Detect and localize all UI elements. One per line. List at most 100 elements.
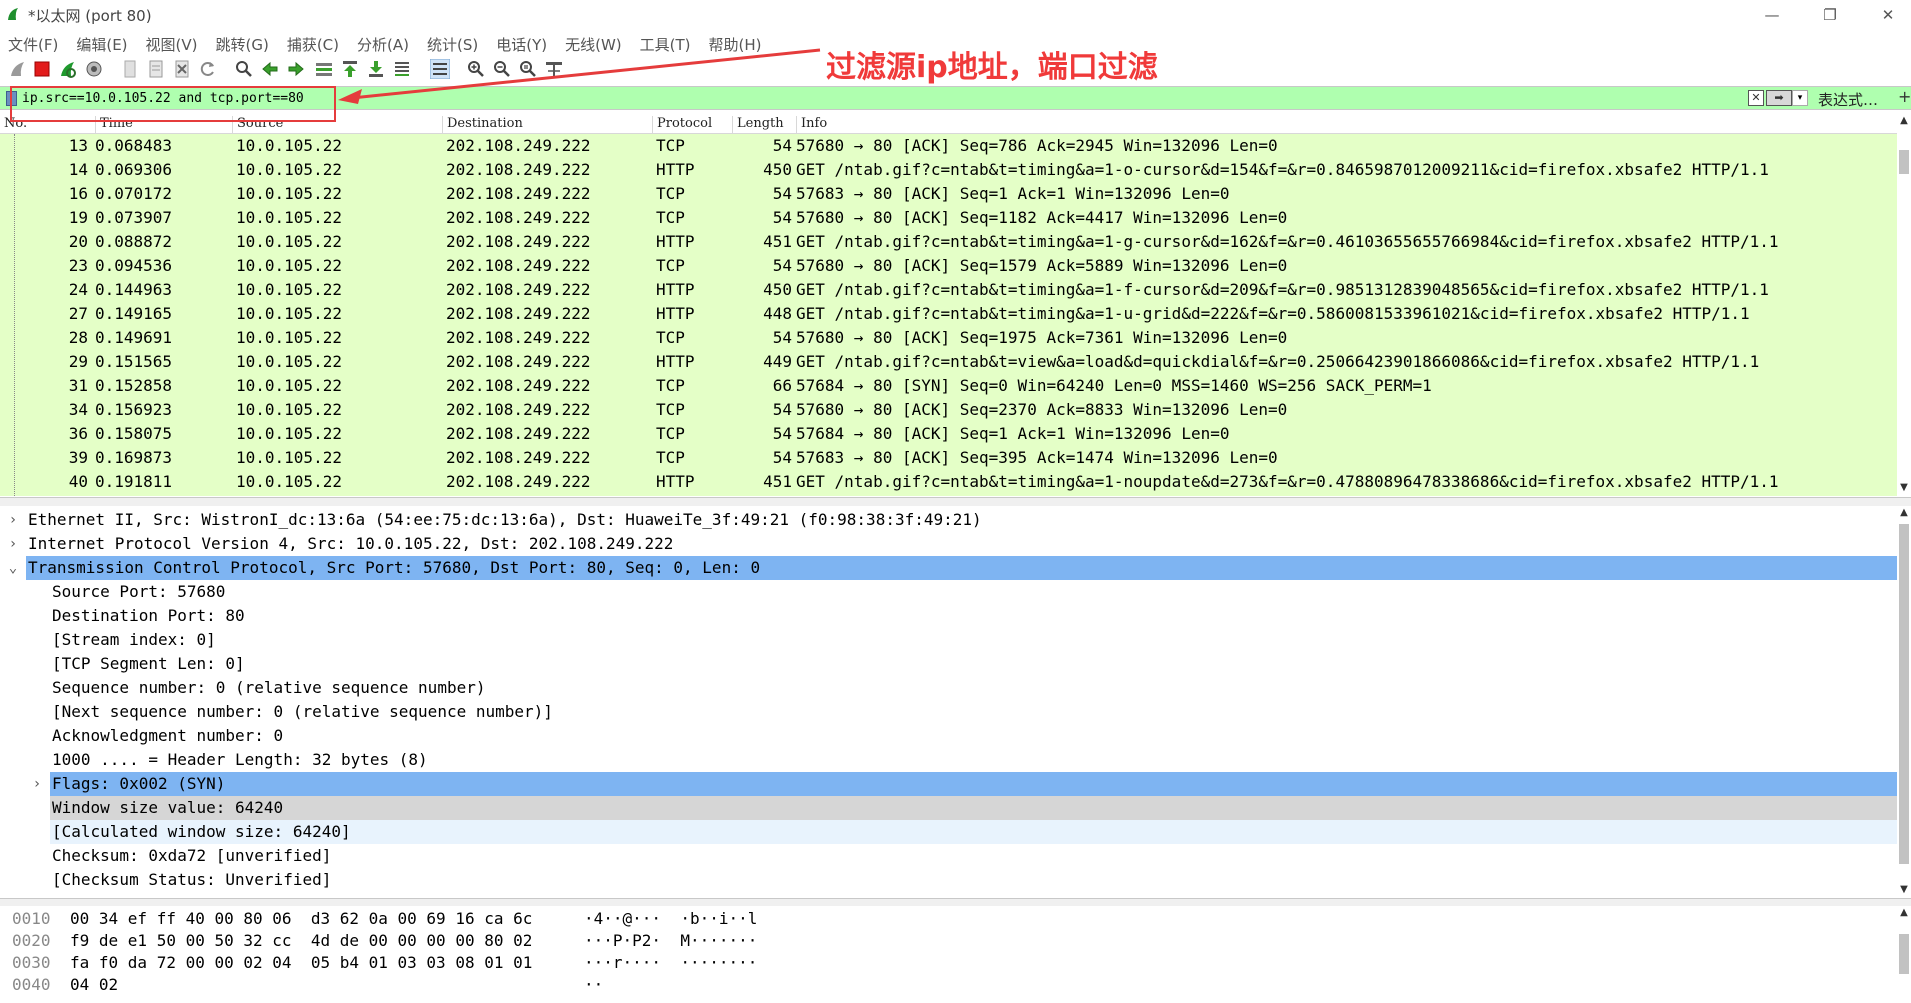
details-scroll-thumb[interactable] xyxy=(1899,524,1909,864)
packet-cell-proto: HTTP xyxy=(656,232,695,251)
detail-tree-row[interactable]: [Checksum Status: Unverified] xyxy=(0,868,1897,892)
hex-dump-row[interactable]: 0020 f9 de e1 50 00 50 32 cc 4d de 00 00 … xyxy=(0,930,1897,952)
column-header-no[interactable]: No. xyxy=(0,116,94,133)
menu-item[interactable]: 统计(S) xyxy=(419,30,478,54)
zoom-out-icon[interactable] xyxy=(492,59,512,79)
detail-tree-row[interactable]: Window size value: 64240 xyxy=(0,796,1897,820)
detail-tree-row[interactable]: › Flags: 0x002 (SYN) xyxy=(0,772,1897,796)
scroll-down-arrow-icon[interactable]: ▼ xyxy=(1898,482,1910,494)
detail-tree-row[interactable]: › Internet Protocol Version 4, Src: 10.0.… xyxy=(0,532,1897,556)
detail-tree-row[interactable]: › Ethernet II, Src: WistronI_dc:13:6a (54… xyxy=(0,508,1897,532)
stop-capture-icon[interactable] xyxy=(32,59,52,79)
go-forward-icon[interactable] xyxy=(286,59,306,79)
filter-bookmark-icon[interactable] xyxy=(6,91,17,106)
menu-item[interactable]: 分析(A) xyxy=(349,30,409,54)
close-file-icon[interactable] xyxy=(172,59,192,79)
filter-history-dropdown[interactable]: ▾ xyxy=(1792,90,1808,106)
menu-item[interactable]: 文件(F) xyxy=(0,30,58,54)
menu-item[interactable]: 捕获(C) xyxy=(279,30,339,54)
packet-row[interactable]: 29 0.151565 10.0.105.22 202.108.249.222 HTTP… xyxy=(0,350,1897,374)
packet-row[interactable]: 24 0.144963 10.0.105.22 202.108.249.222 HTTP… xyxy=(0,278,1897,302)
packet-cell-dst: 202.108.249.222 xyxy=(446,424,591,443)
maximize-button[interactable]: ❐ xyxy=(1818,4,1842,26)
resize-columns-icon[interactable] xyxy=(544,59,564,79)
expand-arrow-icon[interactable]: › xyxy=(6,532,20,556)
packet-row[interactable]: 39 0.169873 10.0.105.22 202.108.249.222 TCP 5… xyxy=(0,446,1897,470)
menu-item[interactable]: 无线(W) xyxy=(557,30,622,54)
column-header-source[interactable]: Source xyxy=(232,116,442,133)
column-header-destination[interactable]: Destination xyxy=(442,116,652,133)
packet-row[interactable]: 28 0.149691 10.0.105.22 202.108.249.222 TCP 5… xyxy=(0,326,1897,350)
minimize-button[interactable]: — xyxy=(1760,4,1784,26)
detail-tree-row[interactable]: Sequence number: 0 (relative sequence nu… xyxy=(0,676,1897,700)
packet-row[interactable]: 16 0.070172 10.0.105.22 202.108.249.222 TCP 5… xyxy=(0,182,1897,206)
packet-list-scroll-thumb[interactable] xyxy=(1899,150,1909,174)
menu-item[interactable]: 编辑(E) xyxy=(68,30,127,54)
detail-tree-row[interactable]: ⌄ Transmission Control Protocol, Src Port… xyxy=(0,556,1897,580)
column-header-time[interactable]: Time xyxy=(95,116,236,133)
packet-row[interactable]: 13 0.068483 10.0.105.22 202.108.249.222 TCP 5… xyxy=(0,134,1897,158)
zoom-normal-icon[interactable] xyxy=(518,59,538,79)
hex-dump-row[interactable]: 0040 04 02 ·· xyxy=(0,974,1897,996)
packet-row[interactable]: 23 0.094536 10.0.105.22 202.108.249.222 TCP 5… xyxy=(0,254,1897,278)
menu-item[interactable]: 视图(V) xyxy=(138,30,198,54)
menu-item[interactable]: 工具(T) xyxy=(632,30,691,54)
zoom-in-icon[interactable] xyxy=(466,59,486,79)
reload-file-icon[interactable] xyxy=(198,59,218,79)
detail-tree-row[interactable]: Source Port: 57680 xyxy=(0,580,1897,604)
apply-filter-button[interactable]: ➡ xyxy=(1766,90,1792,106)
add-filter-button[interactable]: + xyxy=(1898,87,1911,106)
collapse-arrow-icon[interactable]: ⌄ xyxy=(6,556,20,580)
detail-tree-row[interactable]: Acknowledgment number: 0 xyxy=(0,724,1897,748)
detail-tree-row[interactable]: Checksum: 0xda72 [unverified] xyxy=(0,844,1897,868)
packet-row[interactable]: 40 0.191811 10.0.105.22 202.108.249.222 HTTP… xyxy=(0,470,1897,494)
scroll-up-arrow-icon[interactable]: ▲ xyxy=(1898,507,1910,519)
shark-fin-start-icon[interactable] xyxy=(8,59,28,79)
detail-tree-row[interactable]: 1000 .... = Header Length: 32 bytes (8) xyxy=(0,748,1897,772)
find-packet-icon[interactable] xyxy=(234,59,254,79)
scroll-down-arrow-icon[interactable]: ▼ xyxy=(1898,884,1910,896)
column-header-protocol[interactable]: Protocol xyxy=(652,116,733,133)
column-header-info[interactable]: Info xyxy=(796,116,1896,133)
menu-item[interactable]: 电话(Y) xyxy=(488,30,547,54)
packet-row[interactable]: 34 0.156923 10.0.105.22 202.108.249.222 TCP 5… xyxy=(0,398,1897,422)
detail-tree-row[interactable]: Destination Port: 80 xyxy=(0,604,1897,628)
bytes-scrollbar[interactable]: ▲ xyxy=(1897,906,1911,1003)
menu-item[interactable]: 帮助(H) xyxy=(701,30,762,54)
packet-row[interactable]: 27 0.149165 10.0.105.22 202.108.249.222 HTTP… xyxy=(0,302,1897,326)
go-back-icon[interactable] xyxy=(260,59,280,79)
close-button[interactable]: ✕ xyxy=(1876,4,1900,26)
detail-tree-row[interactable]: [Stream index: 0] xyxy=(0,628,1897,652)
packet-row[interactable]: 31 0.152858 10.0.105.22 202.108.249.222 TCP 6… xyxy=(0,374,1897,398)
details-scrollbar[interactable]: ▲ ▼ xyxy=(1897,506,1911,898)
packet-row[interactable]: 20 0.088872 10.0.105.22 202.108.249.222 HTTP… xyxy=(0,230,1897,254)
bytes-scroll-thumb[interactable] xyxy=(1899,934,1909,974)
expand-arrow-icon[interactable]: › xyxy=(6,508,20,532)
scroll-up-arrow-icon[interactable]: ▲ xyxy=(1898,115,1910,127)
expand-arrow-icon[interactable]: › xyxy=(30,772,44,796)
detail-tree-row[interactable]: [Calculated window size: 64240] xyxy=(0,820,1897,844)
save-file-icon[interactable] xyxy=(146,59,166,79)
open-file-icon[interactable] xyxy=(120,59,140,79)
packet-row[interactable]: 19 0.073907 10.0.105.22 202.108.249.222 TCP 5… xyxy=(0,206,1897,230)
auto-scroll-icon[interactable] xyxy=(392,59,412,79)
filter-expression-button[interactable]: 表达式… xyxy=(1818,89,1878,110)
go-to-packet-icon[interactable] xyxy=(314,59,334,79)
restart-capture-icon[interactable] xyxy=(58,59,78,79)
go-last-packet-icon[interactable] xyxy=(366,59,386,79)
detail-tree-row[interactable]: [TCP Segment Len: 0] xyxy=(0,652,1897,676)
hex-dump-row[interactable]: 0030 fa f0 da 72 00 00 02 04 05 b4 01 03 … xyxy=(0,952,1897,974)
display-filter-input[interactable] xyxy=(22,89,1742,107)
capture-options-icon[interactable] xyxy=(84,59,104,79)
column-header-length[interactable]: Length xyxy=(732,116,797,133)
hex-dump-row[interactable]: 0010 00 34 ef ff 40 00 80 06 d3 62 0a 00 … xyxy=(0,908,1897,930)
clear-filter-button[interactable]: ✕ xyxy=(1748,90,1764,106)
packet-list-scrollbar[interactable]: ▲ ▼ xyxy=(1897,114,1911,496)
scroll-up-arrow-icon[interactable]: ▲ xyxy=(1898,907,1910,919)
menu-item[interactable]: 跳转(G) xyxy=(208,30,269,54)
packet-row[interactable]: 14 0.069306 10.0.105.22 202.108.249.222 HTTP… xyxy=(0,158,1897,182)
packet-row[interactable]: 36 0.158075 10.0.105.22 202.108.249.222 TCP 5… xyxy=(0,422,1897,446)
detail-tree-row[interactable]: [Next sequence number: 0 (relative seque… xyxy=(0,700,1897,724)
colorize-icon[interactable] xyxy=(430,59,450,79)
go-first-packet-icon[interactable] xyxy=(340,59,360,79)
